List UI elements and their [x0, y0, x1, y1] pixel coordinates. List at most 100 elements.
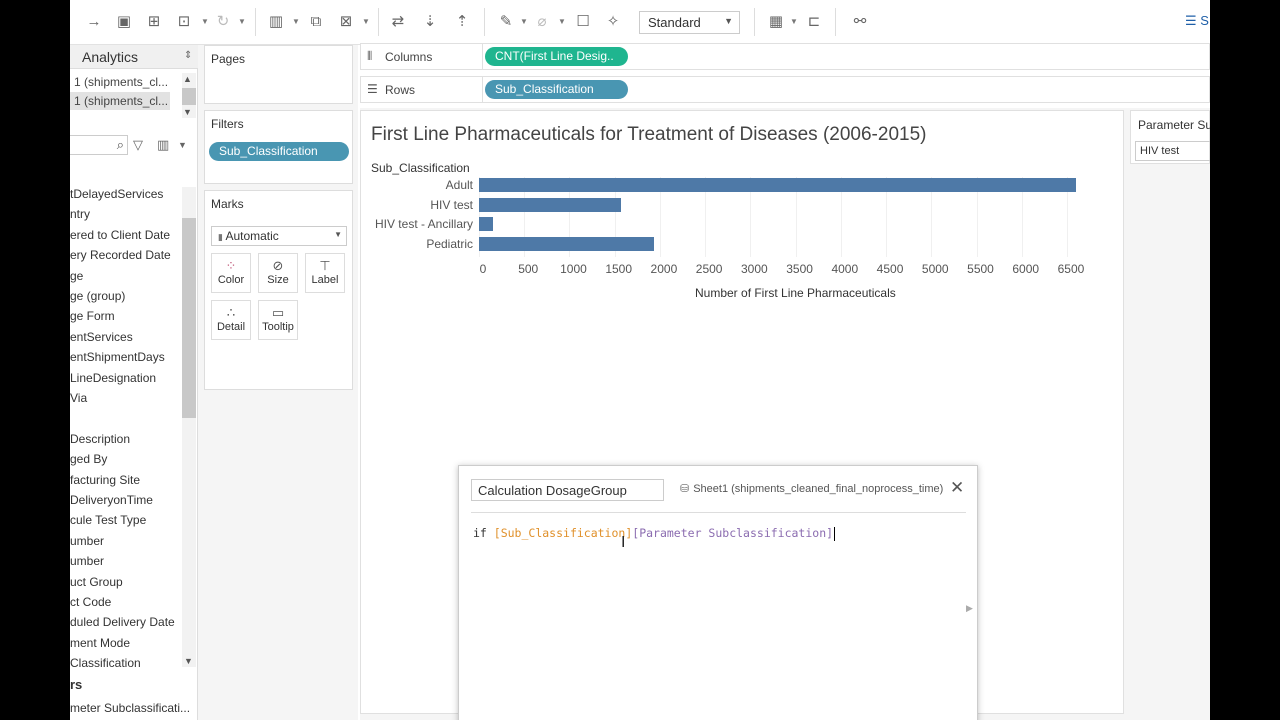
parameter-field[interactable]: meter Subclassificati...	[70, 698, 195, 718]
refresh-caret-icon[interactable]: ▼	[238, 16, 246, 28]
refresh-icon[interactable]: ↻	[213, 12, 233, 32]
show-mark-labels-icon[interactable]: ☐	[573, 12, 593, 32]
sort-descending-icon[interactable]: ⇡	[452, 12, 472, 32]
text-cursor	[834, 526, 836, 541]
field-item[interactable]: ered to Client Date	[70, 225, 180, 245]
parameter-card: Parameter Su HIV test	[1130, 110, 1210, 164]
field-item[interactable]: ment Mode	[70, 633, 180, 653]
field-item[interactable]: cule Test Type	[70, 510, 180, 530]
datasource-scroll-thumb[interactable]	[182, 88, 196, 105]
marks-card: Marks ▮ Automatic ▼ ⁘ Color ⊘ Size ⊤ Lab…	[204, 190, 353, 390]
columns-shelf[interactable]: ⦀ Columns CNT(First Line Desig..	[360, 43, 1210, 70]
field-item[interactable]: DeliveryonTime	[70, 490, 180, 510]
mark-type-select[interactable]: ▮ Automatic ▼	[211, 226, 347, 246]
formula-field-ref: [Sub_Classification]	[493, 526, 633, 540]
clear-sheet-caret-icon[interactable]: ▼	[362, 16, 370, 28]
field-item[interactable]: facturing Site	[70, 470, 180, 490]
color-button[interactable]: ⁘ Color	[211, 253, 251, 293]
label-icon: ⊤	[319, 258, 331, 273]
field-search-input[interactable]: ⌕	[70, 135, 128, 155]
size-button[interactable]: ⊘ Size	[258, 253, 298, 293]
highlight-caret-icon[interactable]: ▼	[520, 16, 528, 28]
field-item[interactable]: ntry	[70, 204, 180, 224]
rows-icon: ☰	[367, 82, 378, 96]
share-icon[interactable]: ⚯	[850, 12, 870, 32]
close-icon[interactable]: ✕	[950, 478, 964, 498]
sort-ascending-icon[interactable]: ⇣	[420, 12, 440, 32]
group-members-icon[interactable]: ⌀	[532, 12, 552, 32]
field-item[interactable]: ct Code	[70, 592, 180, 612]
mark-type-value: Automatic	[225, 229, 279, 243]
field-item[interactable]: entServices	[70, 327, 180, 347]
pages-card-title: Pages	[211, 52, 246, 66]
field-item[interactable]: entShipmentDays	[70, 347, 180, 367]
fields-scroll-thumb[interactable]	[182, 218, 196, 418]
x-tick-label: 2000	[650, 262, 678, 276]
field-item[interactable]: ge (group)	[70, 286, 180, 306]
calculation-name-input[interactable]	[471, 479, 664, 501]
parameter-value-input[interactable]: HIV test	[1135, 141, 1210, 161]
field-item[interactable]: duled Delivery Date	[70, 612, 180, 632]
field-item[interactable]: Classification	[70, 653, 180, 673]
duplicate-sheet-icon[interactable]: ⧉	[306, 12, 326, 32]
redo-arrow-icon[interactable]: →	[84, 12, 104, 32]
highlight-icon[interactable]: ✎	[496, 12, 516, 32]
expand-arrow-icon[interactable]: ▶	[966, 603, 973, 614]
field-item[interactable]: umber	[70, 531, 180, 551]
scroll-down-icon[interactable]: ▼	[183, 107, 192, 117]
ibeam-cursor-icon: I	[621, 534, 626, 551]
new-worksheet-caret-icon[interactable]: ▼	[292, 16, 300, 28]
filter-icon[interactable]: ▽	[133, 137, 143, 153]
x-tick-label: 4500	[876, 262, 904, 276]
bar[interactable]	[479, 217, 493, 231]
clear-sheet-icon[interactable]: ⊠	[336, 12, 356, 32]
bar[interactable]	[479, 236, 655, 251]
tooltip-button[interactable]: ▭ Tooltip	[258, 300, 298, 340]
show-me-button[interactable]: ☰ S	[1185, 13, 1209, 29]
field-item[interactable]: tDelayedServices	[70, 184, 180, 204]
field-item[interactable]: ge Form	[70, 306, 180, 326]
scroll-up-icon[interactable]: ▲	[183, 74, 192, 84]
presentation-mode-icon[interactable]: ⊏	[804, 12, 824, 32]
bar[interactable]	[479, 197, 621, 212]
field-item[interactable]: umber	[70, 551, 180, 571]
cards-caret-icon[interactable]: ▼	[790, 16, 798, 28]
fix-axes-icon[interactable]: ✧	[603, 12, 623, 32]
view-list-icon[interactable]: ▥	[157, 137, 169, 153]
chevron-down-icon[interactable]: ▼	[178, 140, 187, 150]
datasource-item[interactable]: 1 (shipments_cl...	[70, 92, 170, 110]
pages-card[interactable]: Pages	[204, 45, 353, 104]
label-button[interactable]: ⊤ Label	[305, 253, 345, 293]
datasource-item[interactable]: 1 (shipments_cl...	[70, 73, 170, 91]
sort-icon[interactable]: ⇕	[184, 50, 192, 61]
group-caret-icon[interactable]: ▼	[558, 16, 566, 28]
datasource-icon[interactable]: ⊡	[174, 12, 194, 32]
formula-editor[interactable]: if [Sub_Classification][Parameter Subcla…	[473, 526, 836, 541]
field-item[interactable]: ery Recorded Date	[70, 245, 180, 265]
detail-button-label: Detail	[216, 321, 246, 333]
detail-button[interactable]: ∴ Detail	[211, 300, 251, 340]
field-item[interactable]: Description	[70, 429, 180, 449]
cards-visibility-icon[interactable]: ▦	[766, 12, 786, 32]
datasource-caret-icon[interactable]: ▼	[201, 16, 209, 28]
columns-pill[interactable]: CNT(First Line Desig..	[485, 47, 628, 66]
field-item[interactable]	[70, 408, 180, 428]
field-item[interactable]: ge	[70, 266, 180, 286]
field-item[interactable]: Via	[70, 388, 180, 408]
view-size-select[interactable]: Standard ▼	[639, 11, 740, 34]
save-icon[interactable]: ▣	[114, 12, 134, 32]
new-datasource-icon[interactable]: ⊞	[144, 12, 164, 32]
rows-shelf[interactable]: ☰ Rows Sub_Classification	[360, 76, 1210, 103]
bar[interactable]	[479, 178, 1076, 192]
field-item[interactable]: uct Group	[70, 572, 180, 592]
swap-rows-columns-icon[interactable]: ⇄	[388, 12, 408, 32]
scroll-down-icon[interactable]: ▼	[184, 656, 193, 666]
new-worksheet-icon[interactable]: ▥	[266, 12, 286, 32]
filter-pill[interactable]: Sub_Classification	[209, 142, 349, 161]
formula-keyword: if	[473, 526, 494, 540]
field-item[interactable]: LineDesignation	[70, 368, 180, 388]
filters-card[interactable]: Filters Sub_Classification	[204, 110, 353, 184]
analytics-tab[interactable]: Analytics ⇕	[70, 45, 198, 69]
field-item[interactable]: ged By	[70, 449, 180, 469]
rows-pill[interactable]: Sub_Classification	[485, 80, 628, 99]
